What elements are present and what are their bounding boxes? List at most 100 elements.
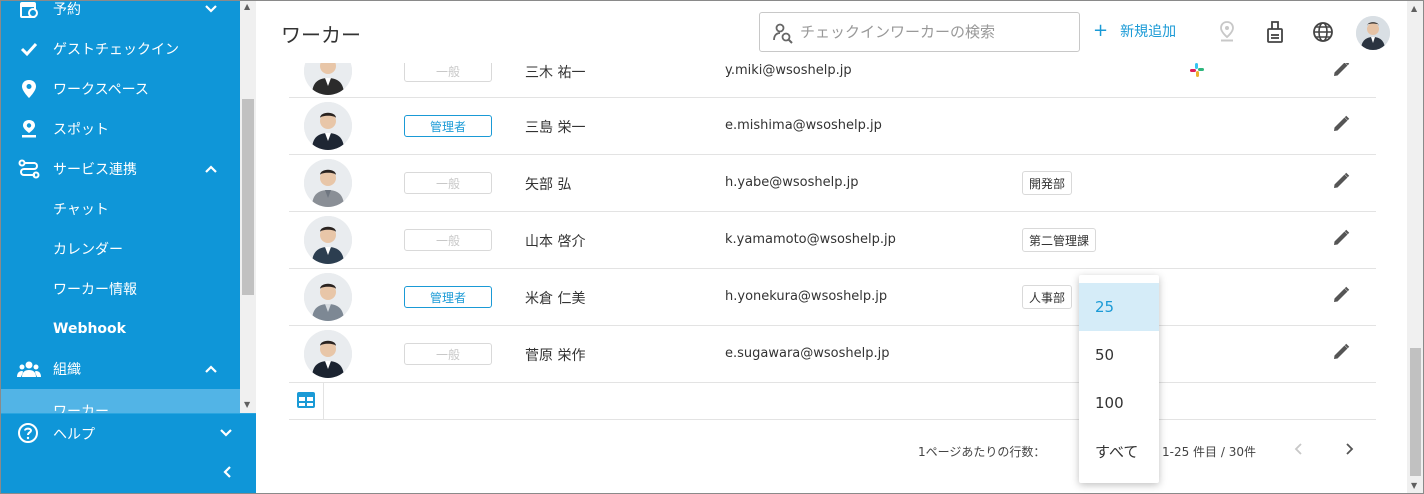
scroll-down-icon[interactable]: ▼ xyxy=(244,401,252,409)
sidebar-item-service-integration[interactable]: サービス連携 xyxy=(1,149,240,189)
calendar-icon xyxy=(17,1,41,21)
sidebar-item-chat[interactable]: チャット xyxy=(1,189,240,229)
rows-option-50[interactable]: 50 xyxy=(1079,331,1159,379)
scroll-down-icon[interactable]: ▼ xyxy=(1411,481,1417,490)
table-icon xyxy=(297,391,315,412)
spot-pin-icon xyxy=(17,117,41,141)
sidebar-nav: 予約 ゲストチェックイン ワークスペース スポット サービス連携 チャット カレ… xyxy=(1,1,240,413)
department-badge: 人事部 xyxy=(1022,285,1073,309)
sidebar-item-label: ワークスペース xyxy=(53,82,149,98)
worker-name: 矢部 弘 xyxy=(525,177,572,193)
table-row[interactable]: 管理者 三島 栄一 e.mishima@wsoshelp.jp xyxy=(289,98,1376,155)
sidebar-item-organization[interactable]: 組織 xyxy=(1,349,240,389)
rows-per-page-menu: 25 50 100 すべて xyxy=(1079,275,1159,483)
globe-icon[interactable] xyxy=(1310,19,1336,45)
sidebar-item-label: サービス連携 xyxy=(53,162,137,178)
pagination: 1ページあたりの行数： 1-25 件目 / 30件 xyxy=(257,429,1407,469)
role-badge: 管理者 xyxy=(404,286,492,308)
search-input[interactable] xyxy=(800,21,1070,43)
edit-button[interactable] xyxy=(1329,114,1353,138)
worker-name: 菅原 栄作 xyxy=(525,348,586,364)
sidebar-item-label: ワーカー xyxy=(53,404,109,413)
worker-email: h.yonekura@wsoshelp.jp xyxy=(725,289,888,304)
chevron-up-icon[interactable] xyxy=(201,359,221,379)
role-badge: 一般 xyxy=(404,172,492,194)
next-page-button[interactable] xyxy=(1339,439,1359,459)
scroll-up-icon[interactable]: ▲ xyxy=(244,3,252,11)
rows-option-all[interactable]: すべて xyxy=(1079,427,1159,475)
table-view-toggle[interactable] xyxy=(289,383,324,420)
sidebar-item-help[interactable]: ヘルプ xyxy=(1,414,256,454)
sidebar-item-workspace[interactable]: ワークスペース xyxy=(1,69,240,109)
scroll-up-icon[interactable]: ▲ xyxy=(1411,4,1417,13)
edit-button[interactable] xyxy=(1329,228,1353,252)
role-badge: 一般 xyxy=(404,343,492,365)
edit-button[interactable] xyxy=(1329,285,1353,309)
pencil-icon xyxy=(1332,172,1350,194)
main-scrollbar[interactable]: ▲ ▼ xyxy=(1407,1,1423,493)
location-pin-icon[interactable] xyxy=(1214,19,1240,45)
chevron-down-icon[interactable] xyxy=(219,426,233,442)
sidebar-item-label: 予約 xyxy=(53,2,81,18)
worker-name: 米倉 仁美 xyxy=(525,291,586,307)
rows-option-25[interactable]: 25 xyxy=(1079,283,1159,331)
table-row[interactable]: 一般 山本 啓介 k.yamamoto@wsoshelp.jp 第二管理課 xyxy=(289,212,1376,269)
worker-name: 三島 栄一 xyxy=(525,120,586,136)
chevron-down-icon[interactable] xyxy=(201,1,221,19)
collapse-sidebar-button[interactable] xyxy=(213,459,241,487)
worker-email: e.mishima@wsoshelp.jp xyxy=(725,118,882,133)
sidebar-item-label: 組織 xyxy=(53,362,81,378)
header: ワーカー + 新規追加 xyxy=(257,1,1423,63)
prev-page-button[interactable] xyxy=(1289,439,1309,459)
page-title: ワーカー xyxy=(281,23,361,47)
scrollbar-thumb[interactable] xyxy=(242,99,254,295)
chevron-up-icon[interactable] xyxy=(201,159,221,179)
worker-email: k.yamamoto@wsoshelp.jp xyxy=(725,232,896,247)
sidebar-item-label: スポット xyxy=(53,122,109,138)
person-search-icon xyxy=(772,22,794,44)
worker-email: h.yabe@wsoshelp.jp xyxy=(725,175,859,190)
department-badge: 開発部 xyxy=(1022,171,1073,195)
sidebar-item-workers[interactable]: ワーカー xyxy=(1,389,240,413)
avatar[interactable] xyxy=(1356,16,1390,50)
sidebar-item-worker-info[interactable]: ワーカー情報 xyxy=(1,269,240,309)
worker-email: e.sugawara@wsoshelp.jp xyxy=(725,346,890,361)
integration-icon xyxy=(17,157,41,181)
pencil-icon xyxy=(1332,229,1350,251)
pencil-icon xyxy=(1332,115,1350,137)
worker-photo xyxy=(304,273,352,321)
page-range: 1-25 件目 / 30件 xyxy=(1162,445,1256,459)
sidebar-item-guest-checkin[interactable]: ゲストチェックイン xyxy=(1,29,240,69)
chevron-left-icon xyxy=(222,464,232,483)
sidebar: 予約 ゲストチェックイン ワークスペース スポット サービス連携 チャット カレ… xyxy=(1,1,256,493)
app-window: 予約 ゲストチェックイン ワークスペース スポット サービス連携 チャット カレ… xyxy=(0,0,1424,494)
location-pin-icon xyxy=(17,77,41,101)
worker-email: y.miki@wsoshelp.jp xyxy=(725,63,852,78)
sidebar-scrollbar[interactable]: ▲ ▼ xyxy=(240,1,256,413)
sidebar-item-spot[interactable]: スポット xyxy=(1,109,240,149)
sidebar-item-label: ゲストチェックイン xyxy=(53,42,179,58)
sidebar-item-reservations[interactable]: 予約 xyxy=(1,1,240,29)
scrollbar-thumb[interactable] xyxy=(1410,348,1421,476)
role-badge: 一般 xyxy=(404,60,492,82)
worker-search[interactable] xyxy=(759,12,1080,52)
table-row[interactable]: 一般 矢部 弘 h.yabe@wsoshelp.jp 開発部 xyxy=(289,155,1376,212)
department-badge: 第二管理課 xyxy=(1022,228,1097,252)
rows-per-page-label: 1ページあたりの行数： xyxy=(918,445,1046,459)
rows-option-100[interactable]: 100 xyxy=(1079,379,1159,427)
table-toolbar xyxy=(289,383,1376,420)
slack-icon xyxy=(1189,62,1207,80)
sidebar-item-webhook[interactable]: Webhook xyxy=(1,309,240,349)
table-row[interactable]: 一般 菅原 栄作 e.sugawara@wsoshelp.jp xyxy=(289,326,1376,383)
role-badge: 管理者 xyxy=(404,115,492,137)
worker-photo xyxy=(304,330,352,378)
sidebar-item-calendar[interactable]: カレンダー xyxy=(1,229,240,269)
worker-photo xyxy=(304,102,352,150)
add-new-button[interactable]: + 新規追加 xyxy=(1093,21,1176,41)
sidebar-item-label: ワーカー情報 xyxy=(53,282,137,298)
edit-button[interactable] xyxy=(1329,171,1353,195)
badge-icon[interactable] xyxy=(1262,19,1288,45)
people-icon xyxy=(17,357,41,381)
edit-button[interactable] xyxy=(1329,342,1353,366)
table-row[interactable]: 管理者 米倉 仁美 h.yonekura@wsoshelp.jp 人事部 xyxy=(289,269,1376,326)
